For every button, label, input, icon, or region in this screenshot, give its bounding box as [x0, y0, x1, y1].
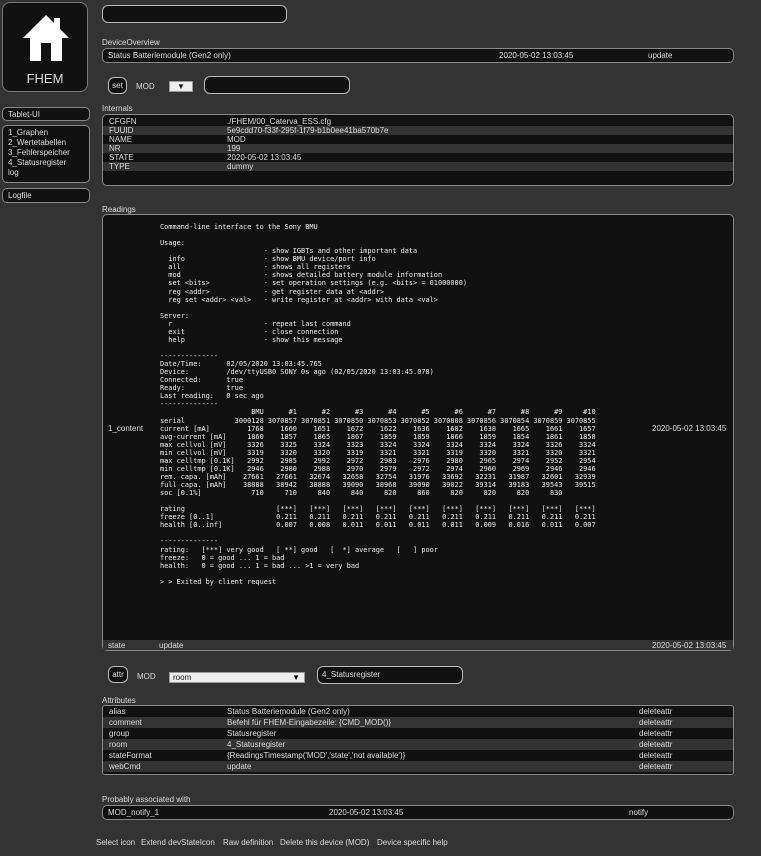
reading-state-value: update [159, 641, 184, 650]
internal-name: STATE [109, 153, 134, 162]
internals-title: Internals [102, 104, 133, 113]
reading-state-name: state [108, 641, 126, 650]
attribute-value: {ReadingsTimestamp('MOD','state','not av… [227, 751, 406, 760]
internal-value: 5e9cdd70-f33f-295f-1f79-b1b0ee41ba570b7e [227, 126, 389, 135]
associated-type: notify [629, 808, 649, 817]
internal-name: FUUID [109, 126, 134, 135]
attr-device-label: MOD [137, 672, 156, 681]
deleteattr-link[interactable]: deleteattr [639, 739, 672, 750]
overview-row[interactable]: Status Batteriemodule (Gen2 only) 2020-0… [103, 51, 733, 60]
internal-name: CFGFN [109, 117, 137, 126]
readings-table: Command-line interface to the Sony BMU U… [102, 214, 734, 651]
reading-content-value: Command-line interface to the Sony BMU U… [160, 223, 596, 586]
reading-state-row: state update 2020-05-02 13:03:45 [103, 640, 733, 650]
menu-item-wertetabellen[interactable]: 2_Wertetabellen [8, 138, 84, 148]
overview-state[interactable]: update [648, 51, 672, 60]
deleteattr-link[interactable]: deleteattr [639, 750, 672, 761]
menu-logfile: Logfile [2, 188, 90, 203]
attribute-value: Status Batteriemodule (Gen2 only) [227, 707, 350, 716]
associated-time: 2020-05-02 13:03:45 [329, 808, 404, 817]
attribute-value: Statusregister [227, 729, 277, 738]
triangle-down-icon: ▼ [177, 82, 185, 91]
attributes-table: alias Status Batteriemodule (Gen2 only) de… [102, 705, 734, 775]
overview-alias[interactable]: Status Batteriemodule (Gen2 only) [108, 51, 231, 60]
set-button[interactable]: set [108, 77, 127, 94]
attribute-name: comment [109, 718, 142, 727]
command-input[interactable] [102, 5, 287, 23]
set-value-input[interactable] [204, 76, 350, 94]
internals-table: CFGFN ./FHEM/00_Caterva_ESS.cfg FUUID 5e9c… [102, 114, 734, 186]
overview-table: Status Batteriemodule (Gen2 only) 2020-0… [102, 48, 734, 63]
menu-item-statusregister[interactable]: 4_Statusregister [8, 158, 84, 168]
internals-row: CFGFN ./FHEM/00_Caterva_ESS.cfg [103, 117, 733, 126]
menu-item-fehlerspeicher[interactable]: 3_Fehlerspeicher [8, 148, 84, 158]
attribute-row: alias Status Batteriemodule (Gen2 only) de… [103, 706, 733, 717]
internals-row: NR 199 [103, 144, 733, 153]
attribute-row: group Statusregister deleteattr [103, 728, 733, 739]
overview-title: DeviceOverview [102, 38, 160, 47]
attribute-value: Befehl für FHEM-Eingabezeile: {CMD_MOD()… [227, 718, 392, 727]
attribute-row: webCmd update deleteattr [103, 761, 733, 772]
menu-item-graphen[interactable]: 1_Graphen [8, 128, 84, 138]
internal-value: ./FHEM/00_Caterva_ESS.cfg [227, 117, 332, 126]
associated-title: Probably associated with [102, 795, 191, 804]
deleteattr-link[interactable]: deleteattr [639, 706, 672, 717]
attr-button[interactable]: attr [108, 666, 128, 683]
attribute-row: stateFormat {ReadingsTimestamp('MOD','sta… [103, 750, 733, 761]
internal-value: 199 [227, 144, 241, 153]
associated-table: MOD_notify_1 2020-05-02 13:03:45 notify [102, 805, 734, 820]
device-help-link[interactable]: Device specific help [377, 838, 448, 847]
attribute-name: stateFormat [109, 751, 152, 760]
associated-name[interactable]: MOD_notify_1 [108, 808, 159, 817]
attribute-row: comment Befehl für FHEM-Eingabezeile: {CM… [103, 717, 733, 728]
attr-value-input[interactable]: 4_Statusregister [317, 666, 463, 684]
deleteattr-link[interactable]: deleteattr [639, 761, 672, 772]
reading-content-name: 1_content [108, 424, 144, 433]
attr-select-value: room [173, 673, 192, 682]
overview-time: 2020-05-02 13:03:45 [499, 51, 574, 60]
menu-tablet-ui: Tablet-UI [2, 107, 90, 121]
attr-select[interactable]: room ▼ [169, 672, 305, 683]
internals-row: FUUID 5e9cdd70-f33f-295f-1f79-b1b0ee41ba5… [103, 126, 733, 135]
set-device-label: MOD [136, 82, 155, 91]
internals-row: NAME MOD [103, 135, 733, 144]
menu-item-tablet-ui[interactable]: Tablet-UI [8, 110, 84, 120]
extend-devstateicon-link[interactable]: Extend devStateIcon [141, 838, 215, 847]
attribute-name: alias [109, 707, 126, 716]
readings-title: Readings [102, 205, 136, 214]
raw-definition-link[interactable]: Raw definition [223, 838, 273, 847]
internal-value: dummy [227, 162, 254, 171]
attribute-name: group [109, 729, 130, 738]
deleteattr-link[interactable]: deleteattr [639, 728, 672, 739]
home-icon [23, 15, 69, 61]
logo-label: FHEM [26, 71, 64, 86]
internal-name: NR [109, 144, 121, 153]
internal-value: MOD [227, 135, 246, 144]
select-icon-link[interactable]: Select icon [96, 838, 135, 847]
associated-row: MOD_notify_1 2020-05-02 13:03:45 notify [103, 808, 733, 817]
delete-device-link[interactable]: Delete this device (MOD) [280, 838, 369, 847]
internals-row: STATE 2020-05-02 13:03:45 [103, 153, 733, 162]
set-dropdown[interactable]: ▼ [169, 81, 193, 92]
reading-content-time: 2020-05-02 13:03:45 [652, 424, 727, 433]
attribute-value: 4_Statusregister [227, 740, 286, 749]
fhem-logo[interactable]: FHEM [2, 2, 88, 92]
triangle-down-icon: ▼ [292, 673, 300, 682]
internal-name: NAME [109, 135, 133, 144]
internal-name: TYPE [109, 162, 130, 171]
attribute-name: room [109, 740, 128, 749]
attributes-title: Attributes [102, 696, 136, 705]
internals-row: TYPE dummy [103, 162, 733, 171]
attribute-name: webCmd [109, 762, 141, 771]
menu-item-logfile[interactable]: Logfile [8, 191, 84, 201]
menu-item-log[interactable]: log [8, 168, 84, 178]
attribute-value: update [227, 762, 252, 771]
deleteattr-link[interactable]: deleteattr [639, 717, 672, 728]
reading-state-time: 2020-05-02 13:03:45 [652, 641, 727, 650]
menu-rooms: 1_Graphen 2_Wertetabellen 3_Fehlerspeich… [2, 125, 90, 183]
attribute-row: room 4_Statusregister deleteattr [103, 739, 733, 750]
internal-value: 2020-05-02 13:03:45 [227, 153, 302, 162]
